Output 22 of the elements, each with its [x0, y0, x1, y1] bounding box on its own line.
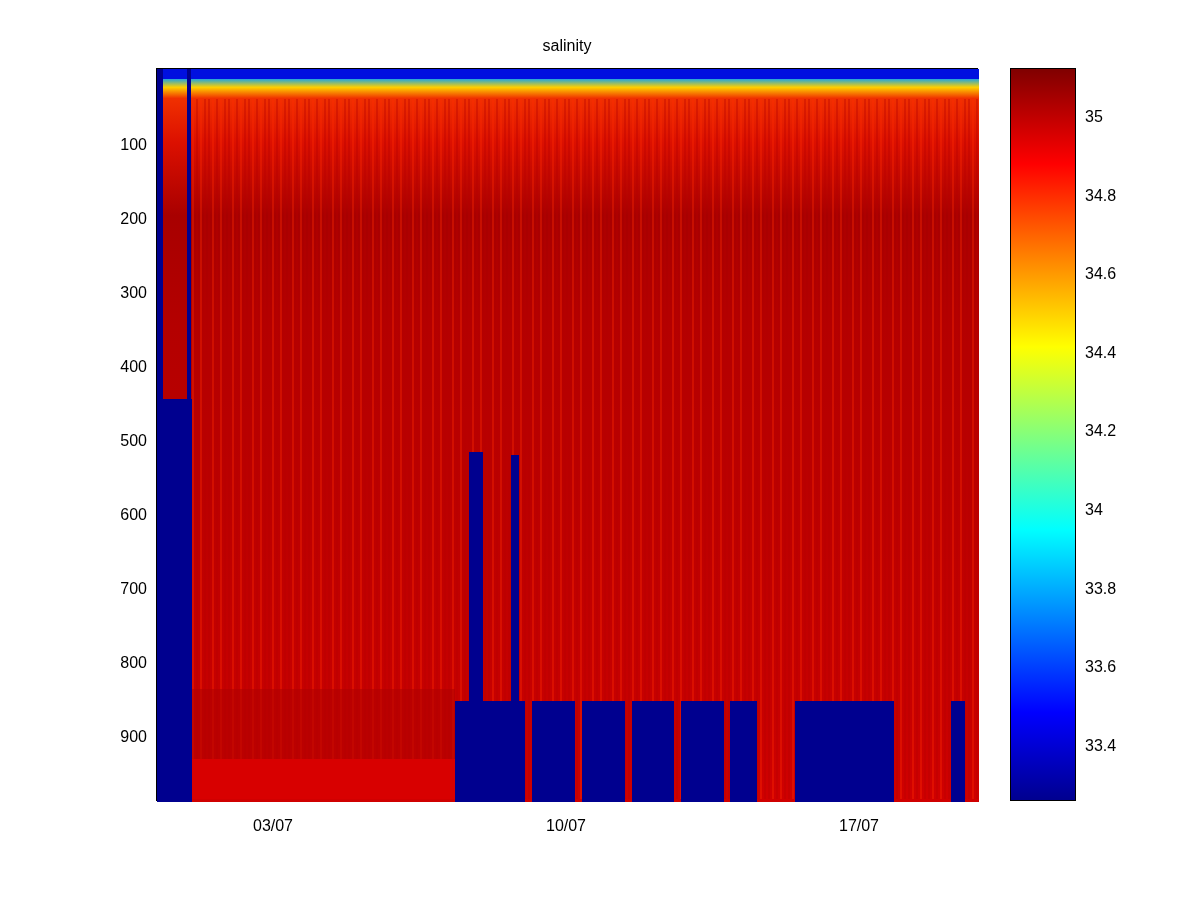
y-tick-label: 400: [120, 357, 147, 377]
colorbar-tick-label: 34.8: [1085, 185, 1117, 206]
chart-title: salinity: [542, 36, 592, 56]
y-tick-label: 800: [120, 653, 147, 673]
colorbar-tick-label: 33.8: [1085, 578, 1117, 599]
x-tick-label: 10/07: [546, 816, 586, 836]
colorbar-tick-label: 34.4: [1085, 342, 1117, 363]
y-tick-label: 700: [120, 579, 147, 599]
colorbar-tick-label: 35: [1085, 107, 1103, 127]
colorbar-tick-label: 33.6: [1085, 657, 1117, 678]
colorbar-tick-label: 34.2: [1085, 421, 1117, 442]
y-tick-label: 500: [120, 431, 147, 451]
colorbar-tick-label: 33.4: [1085, 735, 1117, 756]
y-tick-label: 900: [120, 727, 147, 747]
colorbar-tick-label: 34: [1085, 500, 1103, 520]
y-tick-label: 100: [120, 135, 147, 155]
y-tick-label: 600: [120, 505, 147, 525]
y-tick-label: 200: [120, 209, 147, 229]
x-tick-label: 17/07: [839, 816, 879, 836]
colorbar-tick-label: 34.6: [1085, 264, 1117, 285]
y-tick-label: 300: [120, 283, 147, 303]
x-tick-label: 03/07: [253, 816, 293, 836]
